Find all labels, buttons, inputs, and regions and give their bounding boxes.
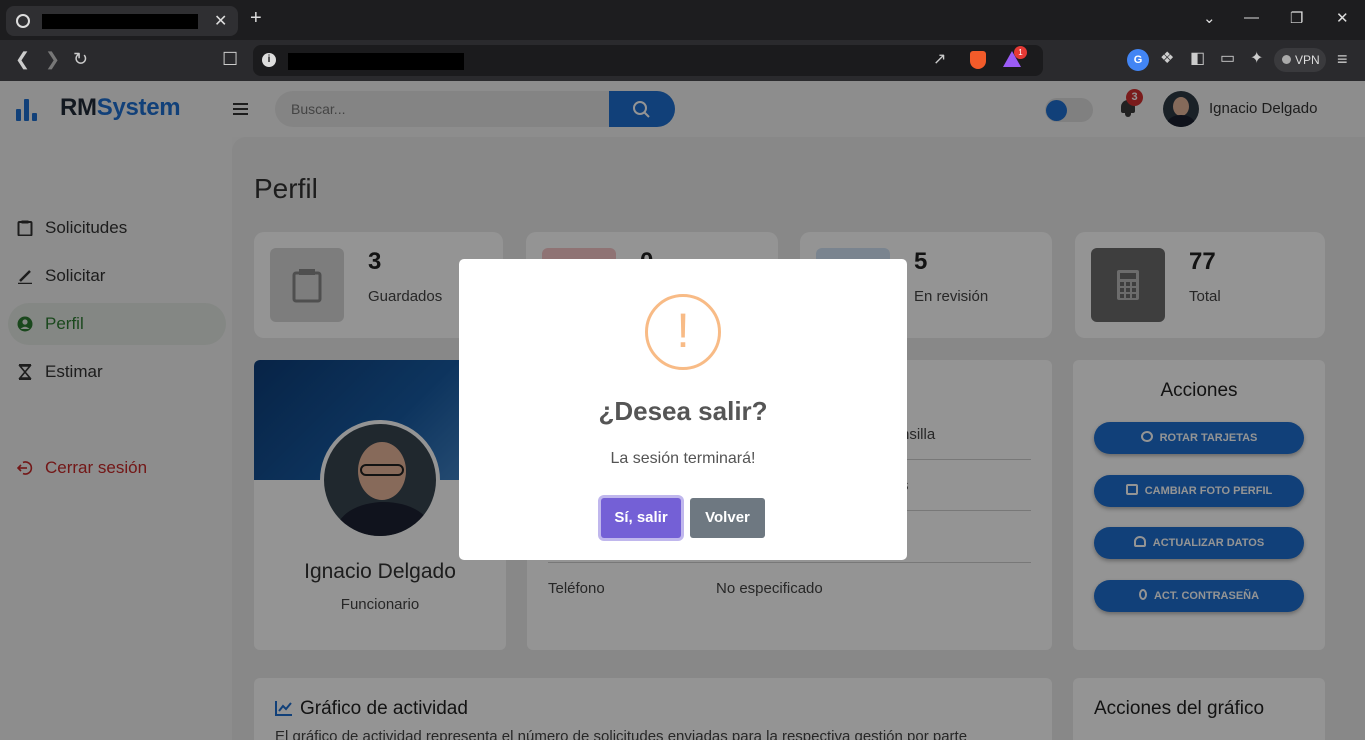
logout-confirm-dialog: ! ¿Desea salir? La sesión terminará! Sí,… — [459, 259, 907, 560]
browser-toolbar: ❮ ❯ ↻ ☐ i ↗ 1 G ❖ ◧ ▭ ✦ VPN ≡ — [0, 40, 1365, 81]
redacted-tab-title — [42, 14, 198, 29]
forward-icon[interactable]: ❯ — [45, 50, 60, 68]
sidebar-toggle-icon[interactable]: ◧ — [1190, 50, 1205, 68]
browser-tab-bar: ✕ + ⌄ — ❐ ✕ — [0, 0, 1365, 40]
globe-icon — [16, 14, 30, 28]
new-tab-button[interactable]: + — [250, 7, 262, 30]
tab-search-icon[interactable]: ⌄ — [1203, 9, 1216, 27]
maximize-button[interactable]: ❐ — [1290, 9, 1303, 27]
confirm-logout-button[interactable]: Sí, salir — [601, 498, 681, 538]
redacted-url — [288, 53, 464, 70]
vpn-button[interactable]: VPN — [1274, 48, 1326, 72]
brave-shield-icon[interactable] — [970, 51, 986, 69]
translate-extension-icon[interactable]: G — [1127, 49, 1149, 71]
dialog-message: La sesión terminará! — [610, 450, 756, 467]
close-tab-icon[interactable]: ✕ — [214, 11, 227, 31]
browser-menu-icon[interactable]: ≡ — [1337, 50, 1348, 68]
back-icon[interactable]: ❮ — [15, 50, 30, 68]
wallet-icon[interactable]: ▭ — [1220, 50, 1235, 68]
reload-icon[interactable]: ↻ — [73, 50, 88, 68]
bookmark-icon[interactable]: ☐ — [222, 50, 238, 68]
cancel-button[interactable]: Volver — [690, 498, 765, 538]
extensions-icon[interactable]: ❖ — [1160, 50, 1174, 68]
address-bar[interactable]: i ↗ 1 — [253, 45, 1043, 76]
leo-ai-icon[interactable]: ✦ — [1250, 50, 1263, 68]
close-window-button[interactable]: ✕ — [1336, 9, 1349, 27]
vpn-label: VPN — [1295, 53, 1320, 67]
minimize-button[interactable]: — — [1244, 9, 1259, 26]
vpn-status-icon — [1282, 55, 1291, 64]
browser-tab[interactable]: ✕ — [6, 6, 238, 36]
rewards-badge: 1 — [1014, 46, 1027, 59]
share-icon[interactable]: ↗ — [933, 51, 946, 69]
site-info-icon[interactable]: i — [262, 53, 276, 67]
dialog-title: ¿Desea salir? — [598, 396, 768, 426]
warning-icon: ! — [645, 294, 721, 370]
